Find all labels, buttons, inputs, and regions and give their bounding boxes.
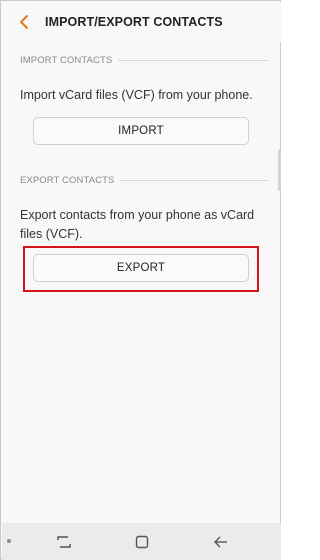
divider [118, 59, 268, 61]
page-title: IMPORT/EXPORT CONTACTS [45, 15, 223, 29]
recent-apps-icon [57, 536, 71, 548]
scrollbar[interactable] [278, 149, 281, 191]
chevron-left-icon [20, 15, 28, 29]
export-section-label: EXPORT CONTACTS [20, 174, 115, 186]
back-button[interactable] [12, 10, 36, 34]
app-bar: IMPORT/EXPORT CONTACTS [2, 2, 281, 42]
back-arrow-icon [214, 536, 227, 548]
divider [120, 179, 268, 181]
navigation-bar [2, 523, 281, 560]
screen: IMPORT/EXPORT CONTACTS IMPORT CONTACTS I… [0, 0, 281, 560]
recent-apps-button[interactable] [53, 531, 75, 553]
import-button[interactable]: IMPORT [33, 117, 249, 145]
nav-dot-icon [7, 539, 11, 543]
home-button[interactable] [131, 531, 153, 553]
import-section-header: IMPORT CONTACTS [20, 53, 268, 67]
import-section-label: IMPORT CONTACTS [20, 54, 113, 66]
export-button[interactable]: EXPORT [33, 254, 249, 282]
back-nav-button[interactable] [210, 531, 232, 553]
export-section-header: EXPORT CONTACTS [20, 173, 268, 187]
home-icon [135, 535, 149, 549]
export-description: Export contacts from your phone as vCard… [20, 208, 255, 241]
import-description: Import vCard files (VCF) from your phone… [20, 88, 253, 102]
